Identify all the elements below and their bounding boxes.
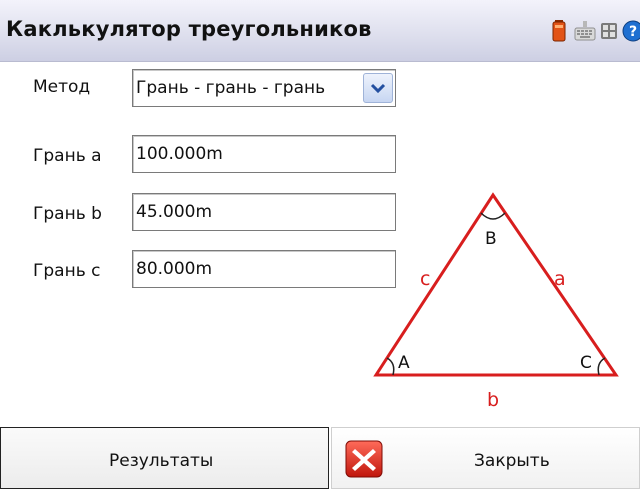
grid-icon[interactable] xyxy=(600,20,618,42)
window-title: Каклькулятор треугольников xyxy=(6,17,372,41)
vertex-a-label: A xyxy=(398,353,410,373)
help-icon[interactable]: ? xyxy=(622,20,640,42)
side-a-label: Грань a xyxy=(33,146,102,166)
method-value: Грань - грань - грань xyxy=(136,78,326,98)
battery-icon[interactable] xyxy=(552,20,566,42)
method-dropdown-button[interactable] xyxy=(363,73,393,103)
results-button[interactable]: Результаты xyxy=(0,427,329,489)
button-bar: Результаты Закрыть xyxy=(0,427,640,489)
vertex-b-label: B xyxy=(485,229,497,249)
angle-c-arc xyxy=(597,357,606,376)
close-button-label: Закрыть xyxy=(474,451,550,471)
side-b-diagram-label: b xyxy=(487,389,499,410)
close-x-icon xyxy=(345,440,383,478)
angle-b-arc xyxy=(480,212,506,220)
close-button[interactable]: Закрыть xyxy=(331,427,640,489)
angle-a-arc xyxy=(386,357,395,376)
method-label: Метод xyxy=(33,77,91,97)
keyboard-icon[interactable] xyxy=(574,20,596,42)
side-b-input[interactable]: 45.000m xyxy=(132,193,396,231)
svg-text:?: ? xyxy=(629,24,637,40)
side-c-input[interactable]: 80.000m xyxy=(132,250,396,288)
side-a-input[interactable]: 100.000m xyxy=(132,135,396,173)
calculator-form: Метод Грань - грань - грань Грань a 100.… xyxy=(0,62,640,427)
triangle-shape xyxy=(373,192,619,377)
vertex-c-label: C xyxy=(580,353,592,373)
chevron-down-icon xyxy=(370,83,386,94)
triangle-diagram: B A C c a b xyxy=(373,192,619,410)
side-b-label: Грань b xyxy=(33,204,102,224)
title-bar: Каклькулятор треугольников ? xyxy=(0,0,640,62)
side-c-label: Грань c xyxy=(33,261,101,281)
results-button-label: Результаты xyxy=(109,451,214,471)
side-a-diagram-label: a xyxy=(554,268,566,290)
side-c-diagram-label: c xyxy=(420,268,430,290)
method-select[interactable]: Грань - грань - грань xyxy=(132,69,396,107)
